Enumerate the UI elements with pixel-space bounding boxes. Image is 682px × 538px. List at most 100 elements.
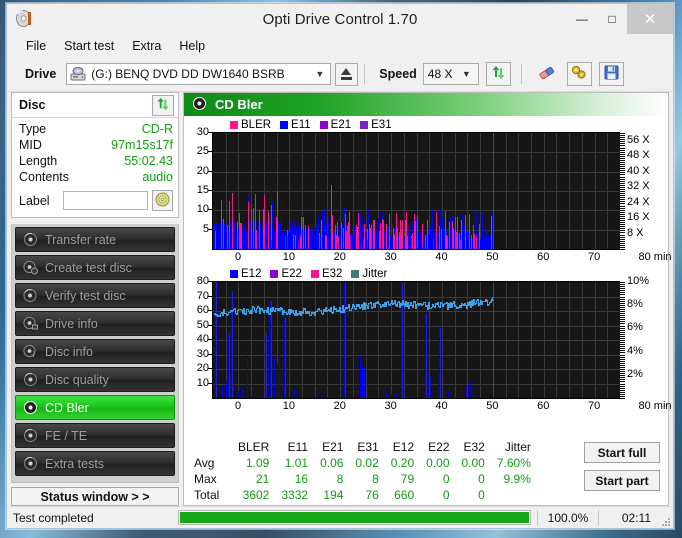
right-axis-minor-tick	[620, 224, 625, 226]
v-gridline	[327, 282, 328, 398]
cell-max-e22: 0	[442, 472, 450, 486]
right-axis-minor-tick	[620, 300, 625, 302]
menu-item-help[interactable]: Help	[170, 37, 214, 55]
chevron-down-icon[interactable]: ▼	[315, 69, 327, 79]
right-axis-minor-tick	[620, 137, 625, 139]
sidebar-item-label: CD Bler	[45, 400, 89, 415]
disc-label-button[interactable]	[151, 190, 173, 211]
right-axis-minor-tick	[620, 335, 625, 337]
right-axis-minor-tick	[620, 180, 625, 182]
x-tick-label: 50	[486, 400, 499, 412]
data-bar	[266, 332, 267, 398]
right-axis-minor-tick	[620, 228, 625, 230]
disc-label-input[interactable]	[62, 191, 148, 210]
data-bar	[271, 300, 272, 398]
speed-select[interactable]: 48 X ▼	[422, 63, 479, 85]
data-bar	[373, 379, 374, 398]
menu-item-extra[interactable]: Extra	[123, 37, 170, 55]
drive-select[interactable]: (G:) BENQ DVD DD DW1640 BSRB ▼	[66, 63, 332, 85]
maximize-button[interactable]: □	[597, 4, 627, 34]
menu-item-start-test[interactable]: Start test	[55, 37, 123, 55]
x-tick-label: 20	[333, 251, 346, 263]
refresh-button[interactable]	[485, 62, 511, 86]
right-axis-minor-tick	[620, 387, 625, 389]
bler-chart-speed-axis: 8 X 16 X 24 X 32 X 40 X 48 X 56 X	[620, 132, 666, 250]
column-header-e32: E32	[463, 440, 485, 454]
sidebar-item-cd-bler[interactable]: CD Bler	[15, 395, 175, 420]
v-gridline	[607, 133, 608, 249]
right-axis-minor-tick	[620, 310, 625, 311]
right-axis-minor-tick	[620, 132, 625, 133]
right-axis-label: 10%	[627, 275, 650, 287]
sidebar-item-verify-test-disc[interactable]: Verify test disc	[15, 283, 175, 308]
cell-avg-e11: 1.01	[284, 456, 309, 470]
data-bar	[430, 374, 431, 398]
start-part-button[interactable]: Start part	[584, 470, 660, 491]
sidebar-item-extra-tests[interactable]: Extra tests	[15, 451, 175, 476]
right-axis-minor-tick	[620, 157, 625, 159]
legend-swatch-e21	[319, 121, 328, 129]
chevron-down-icon[interactable]: ▼	[462, 69, 474, 79]
right-axis-minor-tick	[620, 358, 625, 360]
disc-refresh-button[interactable]	[152, 94, 174, 116]
data-bar	[260, 396, 261, 398]
eraser-icon	[538, 65, 556, 84]
drive-icon	[70, 66, 86, 81]
end-of-data-marker	[493, 282, 494, 398]
stats-corner	[188, 439, 232, 455]
disc-value-type: CD-R	[141, 122, 173, 136]
menu-item-file[interactable]: File	[17, 37, 55, 55]
cell-max-e21: 8	[336, 472, 344, 486]
right-axis-minor-tick	[620, 188, 625, 190]
right-axis-minor-tick	[620, 217, 625, 219]
data-bar	[277, 363, 278, 398]
cell-total-e32: 0	[478, 488, 485, 502]
x-tick-label: 10	[282, 251, 295, 263]
right-axis-minor-tick	[620, 161, 625, 162]
v-gridline	[531, 282, 532, 398]
x-tick-label: 0	[234, 400, 242, 412]
right-axis-minor-tick	[620, 143, 625, 145]
row-label-avg: Avg	[194, 456, 215, 470]
sidebar-item-create-test-disc[interactable]: Create test disc	[15, 255, 175, 280]
right-axis-minor-tick	[620, 207, 625, 209]
close-button[interactable]: ✕	[627, 4, 673, 34]
disc-icon	[23, 428, 38, 443]
resize-grip[interactable]	[657, 511, 671, 526]
minimize-button[interactable]: —	[567, 4, 597, 34]
legend-swatch-e31	[360, 121, 369, 129]
right-axis-minor-tick	[620, 232, 625, 234]
data-bar	[232, 290, 233, 398]
right-axis-minor-tick	[620, 215, 625, 217]
cell-max-e12: 79	[400, 472, 415, 486]
eject-button[interactable]	[335, 62, 359, 86]
right-axis-minor-tick	[620, 222, 625, 224]
end-of-data-marker	[493, 133, 494, 249]
column-header-jitter: Jitter	[504, 440, 531, 454]
erase-disc-button[interactable]	[535, 62, 560, 86]
save-button[interactable]	[598, 62, 624, 86]
right-axis-minor-tick	[620, 284, 625, 286]
cell-total-e21: 194	[323, 488, 344, 502]
v-gridline	[353, 282, 354, 398]
x-tick-label: 60	[537, 251, 550, 263]
x-tick-label: 40	[435, 251, 448, 263]
sidebar-item-fe-te[interactable]: FE / TE	[15, 423, 175, 448]
start-full-button[interactable]: Start full	[584, 442, 660, 463]
legend-label-e21: E21	[330, 119, 352, 131]
sidebar-item-drive-info[interactable]: Drive info	[15, 311, 175, 336]
sidebar-item-disc-quality[interactable]: Disc quality	[15, 367, 175, 392]
right-axis-minor-tick	[620, 381, 625, 383]
right-axis-minor-tick	[620, 197, 625, 199]
right-axis-minor-tick	[620, 201, 625, 203]
sidebar-item-disc-info[interactable]: i Disc info	[15, 339, 175, 364]
disc-icon	[192, 96, 207, 114]
statusbar-divider-1	[537, 509, 538, 526]
cell-total-jitter	[491, 487, 537, 503]
tools-button[interactable]	[566, 62, 592, 86]
data-bar	[229, 332, 230, 398]
status-window-button[interactable]: Status window > >	[11, 487, 179, 506]
sidebar-item-transfer-rate[interactable]: Transfer rate	[15, 227, 175, 252]
v-gridline	[607, 282, 608, 398]
right-axis-minor-tick	[620, 371, 625, 373]
